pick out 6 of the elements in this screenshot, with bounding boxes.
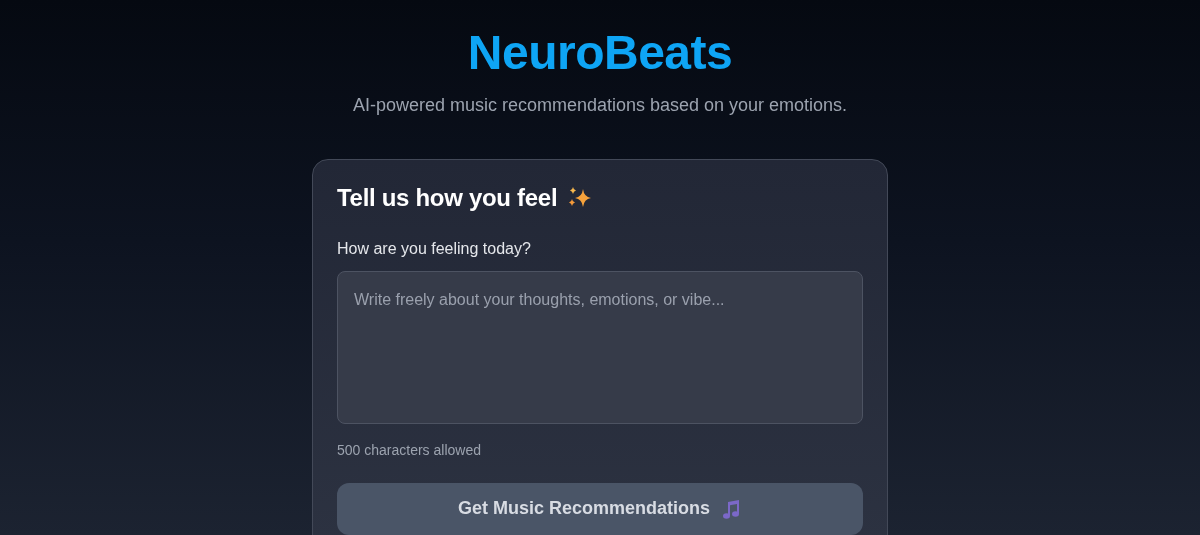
feelings-input[interactable]: Write freely about your thoughts, emotions, or vibe... [337, 270, 863, 424]
app-title: NeuroBeats [466, 27, 734, 80]
card-heading: Tell us how you feel [337, 183, 558, 213]
character-limit-note: 500 characters allowed [337, 440, 482, 460]
field-label: How are you feeling today? [337, 238, 532, 259]
subtitle: AI-powered music recommendations based on your emotions. [351, 93, 849, 117]
